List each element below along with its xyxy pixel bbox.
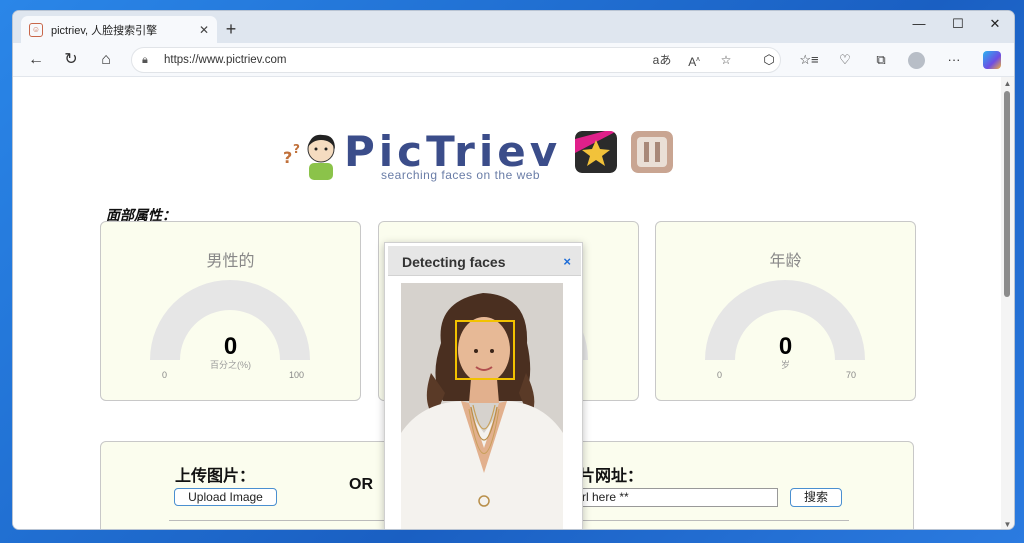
scroll-thumb[interactable] (1004, 91, 1010, 297)
back-icon[interactable]: ← (23, 48, 49, 72)
read-aloud-icon[interactable]: aあ (650, 48, 674, 72)
age-card: 年龄 0 岁 0 70 (655, 221, 916, 401)
home-icon[interactable]: ⌂ (93, 48, 119, 72)
new-tab-button[interactable]: + (219, 18, 243, 40)
address-toolbar: ← ↻ ⌂ 🔒︎ https://www.pictriev.com aあ Aʌ … (13, 43, 1014, 77)
age-card-title: 年龄 (769, 253, 802, 270)
svg-text:?: ? (293, 142, 300, 156)
close-window-button[interactable]: ✕ (976, 11, 1014, 41)
tab-title: pictriev, 人脸搜索引擎 (51, 24, 158, 37)
url-scheme: https:// (164, 54, 199, 66)
maximize-button[interactable]: ☐ (939, 11, 977, 41)
close-icon[interactable]: × (563, 254, 571, 269)
copilot-icon[interactable] (983, 51, 1001, 69)
svg-text:?: ? (283, 148, 292, 167)
web-page: ? ? PicTriev searching faces on the web … (13, 77, 1003, 529)
search-button[interactable]: 搜索 (790, 488, 842, 507)
tab-bar: ☺ pictriev, 人脸搜索引擎 ✕ + — ☐ ✕ (13, 11, 1014, 43)
profile-icon[interactable] (908, 52, 925, 69)
lock-icon[interactable]: 🔒︎ (142, 54, 154, 67)
dialog-header: Detecting faces × (388, 246, 581, 276)
detected-face-box (455, 320, 515, 380)
scroll-down-icon[interactable]: ▼ (1003, 520, 1012, 529)
favorite-icon[interactable]: ☆ (714, 48, 738, 72)
tab-close-icon[interactable]: ✕ (199, 23, 209, 37)
browser-window: ☺ pictriev, 人脸搜索引擎 ✕ + — ☐ ✕ ← ↻ ⌂ 🔒︎ ht… (12, 10, 1015, 530)
more-icon[interactable]: ··· (941, 48, 967, 72)
gender-max: 100 (289, 370, 305, 380)
gender-card: 男性的 0 百分之(%) 0 100 (100, 221, 361, 401)
page-scrollbar[interactable]: ▲ ▼ (1001, 77, 1014, 529)
age-unit: 岁 (780, 360, 790, 370)
tab-pictriev[interactable]: ☺ pictriev, 人脸搜索引擎 ✕ (21, 16, 217, 43)
image-url-input[interactable]: rl here ** (579, 488, 778, 507)
extensions-icon[interactable]: ⬡ (756, 48, 782, 72)
image-url-label: 片网址： (579, 468, 644, 485)
gender-unit: 百分之(%) (210, 360, 251, 370)
age-max: 70 (846, 370, 857, 380)
upload-image-button[interactable]: Upload Image (174, 488, 277, 506)
face-favicon-icon: ☺ (29, 22, 43, 37)
gender-min: 0 (162, 370, 168, 380)
gender-card-title: 男性的 (206, 253, 255, 270)
star-app-icon[interactable] (575, 131, 617, 173)
age-min: 0 (717, 370, 723, 380)
minimize-button[interactable]: — (900, 11, 938, 41)
text-size-icon[interactable]: Aʌ (682, 48, 706, 72)
url-host: www.pictriev.com (198, 54, 287, 66)
browser-essentials-icon[interactable]: ♡ (832, 48, 858, 72)
gender-value: 0 (223, 333, 238, 360)
uploaded-photo (401, 283, 563, 529)
dialog-title: Detecting faces (402, 254, 506, 270)
mascot-icon: ? ? (283, 134, 335, 180)
detecting-faces-dialog: Detecting faces × (384, 242, 583, 529)
age-value: 0 (778, 333, 793, 360)
favorites-bar-icon[interactable]: ☆≡ (796, 48, 822, 72)
refresh-icon[interactable]: ↻ (58, 48, 84, 72)
logo-tagline: searching faces on the web (381, 168, 541, 182)
or-label: OR (349, 476, 373, 493)
scroll-up-icon[interactable]: ▲ (1003, 79, 1012, 88)
pictriev-logo: ? ? PicTriev searching faces on the web (281, 127, 561, 185)
upload-image-label: 上传图片： (175, 468, 256, 485)
collections-icon[interactable]: ⧉ (868, 48, 894, 72)
pillars-app-icon[interactable] (631, 131, 673, 173)
